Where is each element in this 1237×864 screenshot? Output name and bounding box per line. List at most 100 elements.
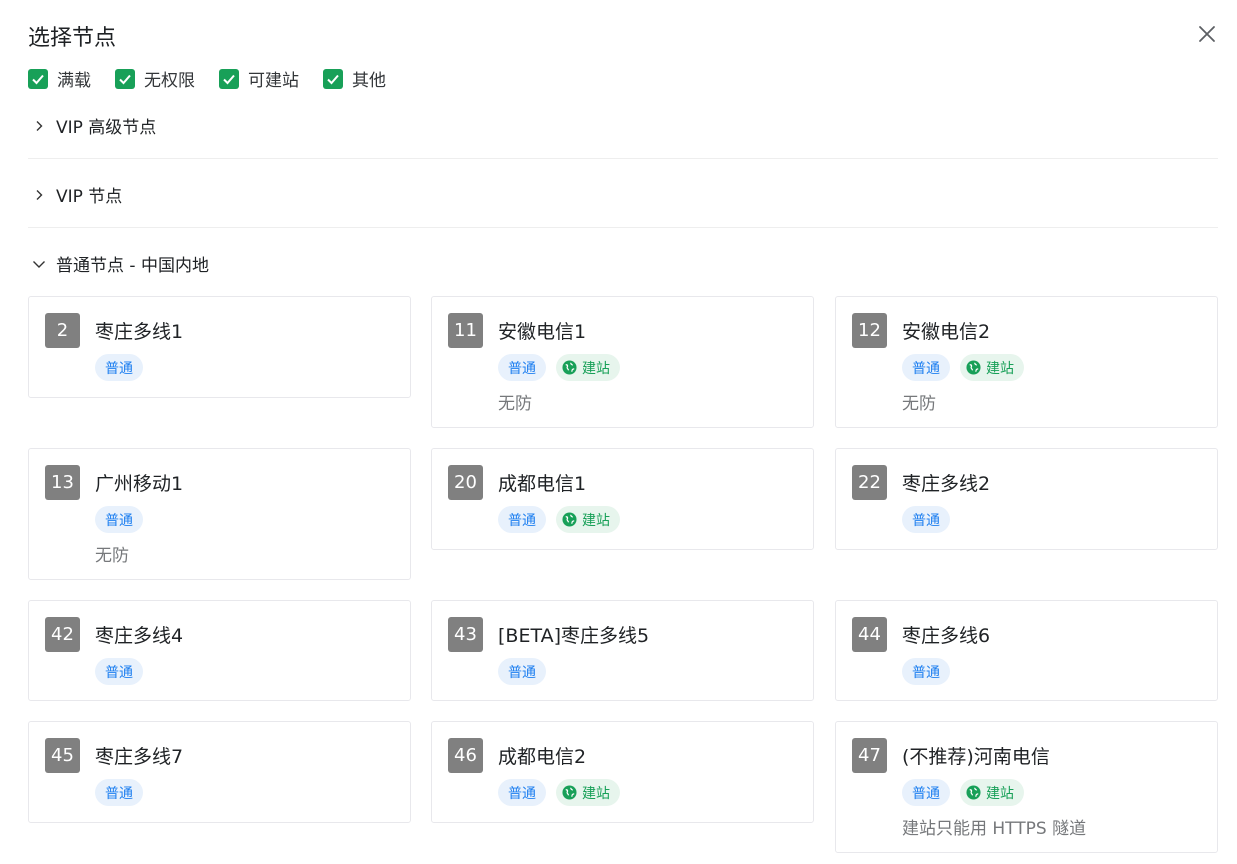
divider [28,158,1218,159]
filter-label: 其他 [352,71,386,91]
chevron-down-icon [28,253,50,275]
filter-can-build-site[interactable]: 可建站 [219,66,299,91]
node-tags: 普通 建站 [498,354,630,381]
node-tags: 普通 建站 [902,779,1034,806]
tag-normal: 普通 [95,779,143,806]
node-tags: 普通 [902,506,960,533]
node-tags: 普通 [95,506,153,533]
node-card[interactable]: 43 [BETA]枣庄多线5 普通 [431,600,814,701]
node-tags: 普通 建站 [498,779,630,806]
node-card[interactable]: 22 枣庄多线2 普通 [835,448,1218,550]
node-card[interactable]: 12 安徽电信2 普通 建站无防 [835,296,1218,428]
tag-site-label: 建站 [986,785,1014,802]
node-name: 安徽电信2 [902,321,991,343]
node-card[interactable]: 47 (不推荐)河南电信 普通 建站 建站只能用 HTTPS 隧道 [835,721,1218,853]
tag-normal: 普通 [498,779,546,806]
filter-label: 满载 [57,71,91,91]
tag-site-label: 建站 [582,785,610,802]
node-id-badge: 47 [852,738,887,773]
filter-no-permission[interactable]: 无权限 [115,66,195,91]
node-id-badge: 42 [45,617,80,652]
node-card[interactable]: 44 枣庄多线6 普通 [835,600,1218,701]
globe-icon [966,360,986,375]
dialog-title: 选择节点 [28,26,117,51]
filter-label: 无权限 [144,71,195,91]
group-label: VIP 节点 [56,187,123,207]
node-id-badge: 43 [448,617,483,652]
node-id-badge: 45 [45,738,80,773]
node-card[interactable]: 13 广州移动1 普通无防 [28,448,411,580]
node-id-badge: 44 [852,617,887,652]
node-name: 枣庄多线6 [902,625,991,647]
node-id-badge: 46 [448,738,483,773]
node-tags: 普通 [95,354,153,381]
node-card[interactable]: 42 枣庄多线4 普通 [28,600,411,701]
node-tags: 普通 [95,658,153,685]
node-name: 枣庄多线4 [95,625,184,647]
tag-normal: 普通 [95,658,143,685]
tag-normal: 普通 [902,354,950,381]
node-tags: 普通 建站 [498,506,630,533]
close-icon[interactable] [1195,22,1219,46]
group-vip[interactable]: VIP 节点 [28,182,1218,207]
node-card[interactable]: 2 枣庄多线1 普通 [28,296,411,398]
node-name: 广州移动1 [95,473,184,495]
node-card[interactable]: 46 成都电信2 普通 建站 [431,721,814,823]
chevron-right-icon [28,115,50,137]
node-name: 枣庄多线2 [902,473,991,495]
tag-normal: 普通 [95,354,143,381]
filter-bar: 满载 无权限 可建站 其他 [28,66,410,91]
filter-full-load[interactable]: 满载 [28,66,91,91]
node-tags: 普通 [498,658,556,685]
tag-normal: 普通 [498,658,546,685]
tag-site: 建站 [556,779,620,806]
group-vip-premium[interactable]: VIP 高级节点 [28,113,1218,138]
tag-site: 建站 [960,354,1024,381]
node-name: 枣庄多线7 [95,746,184,768]
node-tags: 普通 建站 [902,354,1034,381]
tag-normal: 普通 [498,506,546,533]
group-label: VIP 高级节点 [56,118,157,138]
node-id-badge: 22 [852,465,887,500]
group-normal-mainland[interactable]: 普通节点 - 中国内地 [28,251,1218,276]
tag-site-label: 建站 [582,512,610,529]
tag-site: 建站 [556,506,620,533]
node-id-badge: 13 [45,465,80,500]
tag-normal: 普通 [902,779,950,806]
node-id-badge: 20 [448,465,483,500]
tag-normal: 普通 [902,658,950,685]
checkbox-checked-icon[interactable] [115,68,135,89]
filter-other[interactable]: 其他 [323,66,386,91]
checkbox-checked-icon[interactable] [28,68,48,89]
filter-label: 可建站 [248,71,299,91]
node-id-badge: 12 [852,313,887,348]
globe-icon [562,785,582,800]
checkbox-checked-icon[interactable] [323,68,343,89]
node-tags: 普通 [902,658,960,685]
tag-normal: 普通 [902,506,950,533]
node-note: 无防 [95,546,129,566]
globe-icon [562,512,582,527]
node-note: 无防 [902,394,936,414]
node-card[interactable]: 20 成都电信1 普通 建站 [431,448,814,550]
node-id-badge: 2 [45,313,80,348]
node-name: 安徽电信1 [498,321,587,343]
node-name: [BETA]枣庄多线5 [498,625,650,647]
tag-site: 建站 [556,354,620,381]
group-label: 普通节点 - 中国内地 [56,256,209,276]
globe-icon [966,785,986,800]
checkbox-checked-icon[interactable] [219,68,239,89]
node-card[interactable]: 11 安徽电信1 普通 建站 无防 [431,296,814,428]
chevron-right-icon [28,184,50,206]
node-tags: 普通 [95,779,153,806]
node-name: (不推荐)河南电信 [902,746,1050,768]
node-card[interactable]: 45 枣庄多线7 普通 [28,721,411,823]
tag-site: 建站 [960,779,1024,806]
tag-normal: 普通 [498,354,546,381]
tag-normal: 普通 [95,506,143,533]
node-name: 枣庄多线1 [95,321,184,343]
node-name: 成都电信2 [498,746,587,768]
tag-site-label: 建站 [986,360,1014,377]
tag-site-label: 建站 [582,360,610,377]
globe-icon [562,360,582,375]
